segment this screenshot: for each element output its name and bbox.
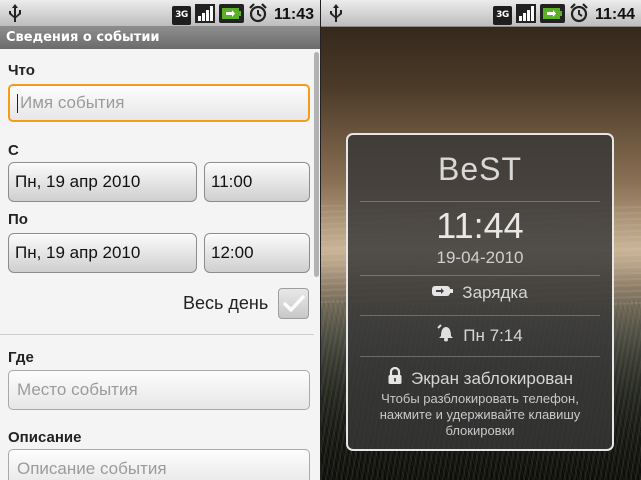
panel-separator [360, 201, 600, 202]
location-placeholder: Место события [17, 380, 138, 399]
status-bar: 3G 11:43 [0, 0, 320, 27]
locked-title: Экран заблокирован [411, 368, 573, 388]
unlock-hint-line: блокировки [445, 423, 515, 438]
network-3g-icon: 3G [171, 5, 191, 25]
lock-screen: 3G 11:44 BeST 11:44 19-04-2010 Зарядка П… [321, 0, 641, 480]
to-time-button[interactable]: 12:00 [204, 233, 310, 273]
window-title: Сведения о событии [0, 27, 320, 49]
usb-icon [329, 4, 343, 26]
unlock-hint: Чтобы разблокировать телефон, нажмите и … [348, 391, 612, 439]
event-name-input[interactable]: Имя события [8, 84, 310, 122]
status-bar: 3G 11:44 [321, 0, 641, 27]
carrier-name: BeST [437, 151, 523, 187]
alarm-text: Пн 7:14 [463, 325, 523, 345]
description-placeholder: Описание события [17, 459, 167, 478]
alarm-bell-icon [437, 324, 455, 347]
text-caret [17, 94, 18, 114]
panel-separator [360, 275, 600, 276]
to-date-button[interactable]: Пн, 19 апр 2010 [8, 233, 197, 273]
status-time: 11:44 [594, 6, 635, 23]
lock-info-panel: BeST 11:44 19-04-2010 Зарядка Пн 7:14 Эк… [346, 133, 614, 451]
to-label: По [8, 211, 28, 228]
battery-charging-icon [539, 3, 565, 27]
signal-icon [194, 3, 215, 27]
locked-row: Экран заблокирован [348, 366, 612, 390]
panel-separator [360, 315, 600, 316]
signal-icon [515, 3, 536, 27]
event-details-screen: 3G 11:43 Сведения о событии Что Имя собы… [0, 0, 320, 480]
description-label: Описание [8, 429, 82, 446]
all-day-label: Весь день [183, 293, 269, 313]
check-icon [283, 295, 305, 312]
usb-icon [8, 4, 22, 26]
padlock-icon [387, 366, 403, 390]
event-name-placeholder: Имя события [20, 93, 125, 112]
charging-row: Зарядка [348, 283, 612, 303]
charging-text: Зарядка [462, 283, 528, 302]
all-day-checkbox[interactable] [278, 288, 309, 319]
network-3g-icon: 3G [492, 5, 512, 25]
charging-icon [432, 283, 454, 303]
from-date-button[interactable]: Пн, 19 апр 2010 [8, 162, 197, 202]
section-divider [0, 334, 314, 335]
alarm-icon [569, 3, 589, 27]
description-input[interactable]: Описание события [8, 449, 310, 480]
status-time: 11:43 [273, 6, 314, 23]
from-label: С [8, 142, 19, 159]
from-time-button[interactable]: 11:00 [204, 162, 310, 202]
scrollbar[interactable] [314, 52, 319, 277]
what-label: Что [8, 62, 35, 79]
where-label: Где [8, 349, 34, 366]
battery-charging-icon [218, 3, 244, 27]
unlock-hint-line: Чтобы разблокировать телефон, [381, 391, 579, 406]
unlock-hint-line: нажмите и удерживайте клавишу [379, 407, 581, 422]
alarm-icon [248, 3, 268, 27]
alarm-row: Пн 7:14 [348, 324, 612, 347]
lock-date: 19-04-2010 [436, 248, 524, 267]
lock-clock: 11:44 [436, 205, 524, 246]
location-input[interactable]: Место события [8, 370, 310, 410]
panel-separator [360, 356, 600, 357]
